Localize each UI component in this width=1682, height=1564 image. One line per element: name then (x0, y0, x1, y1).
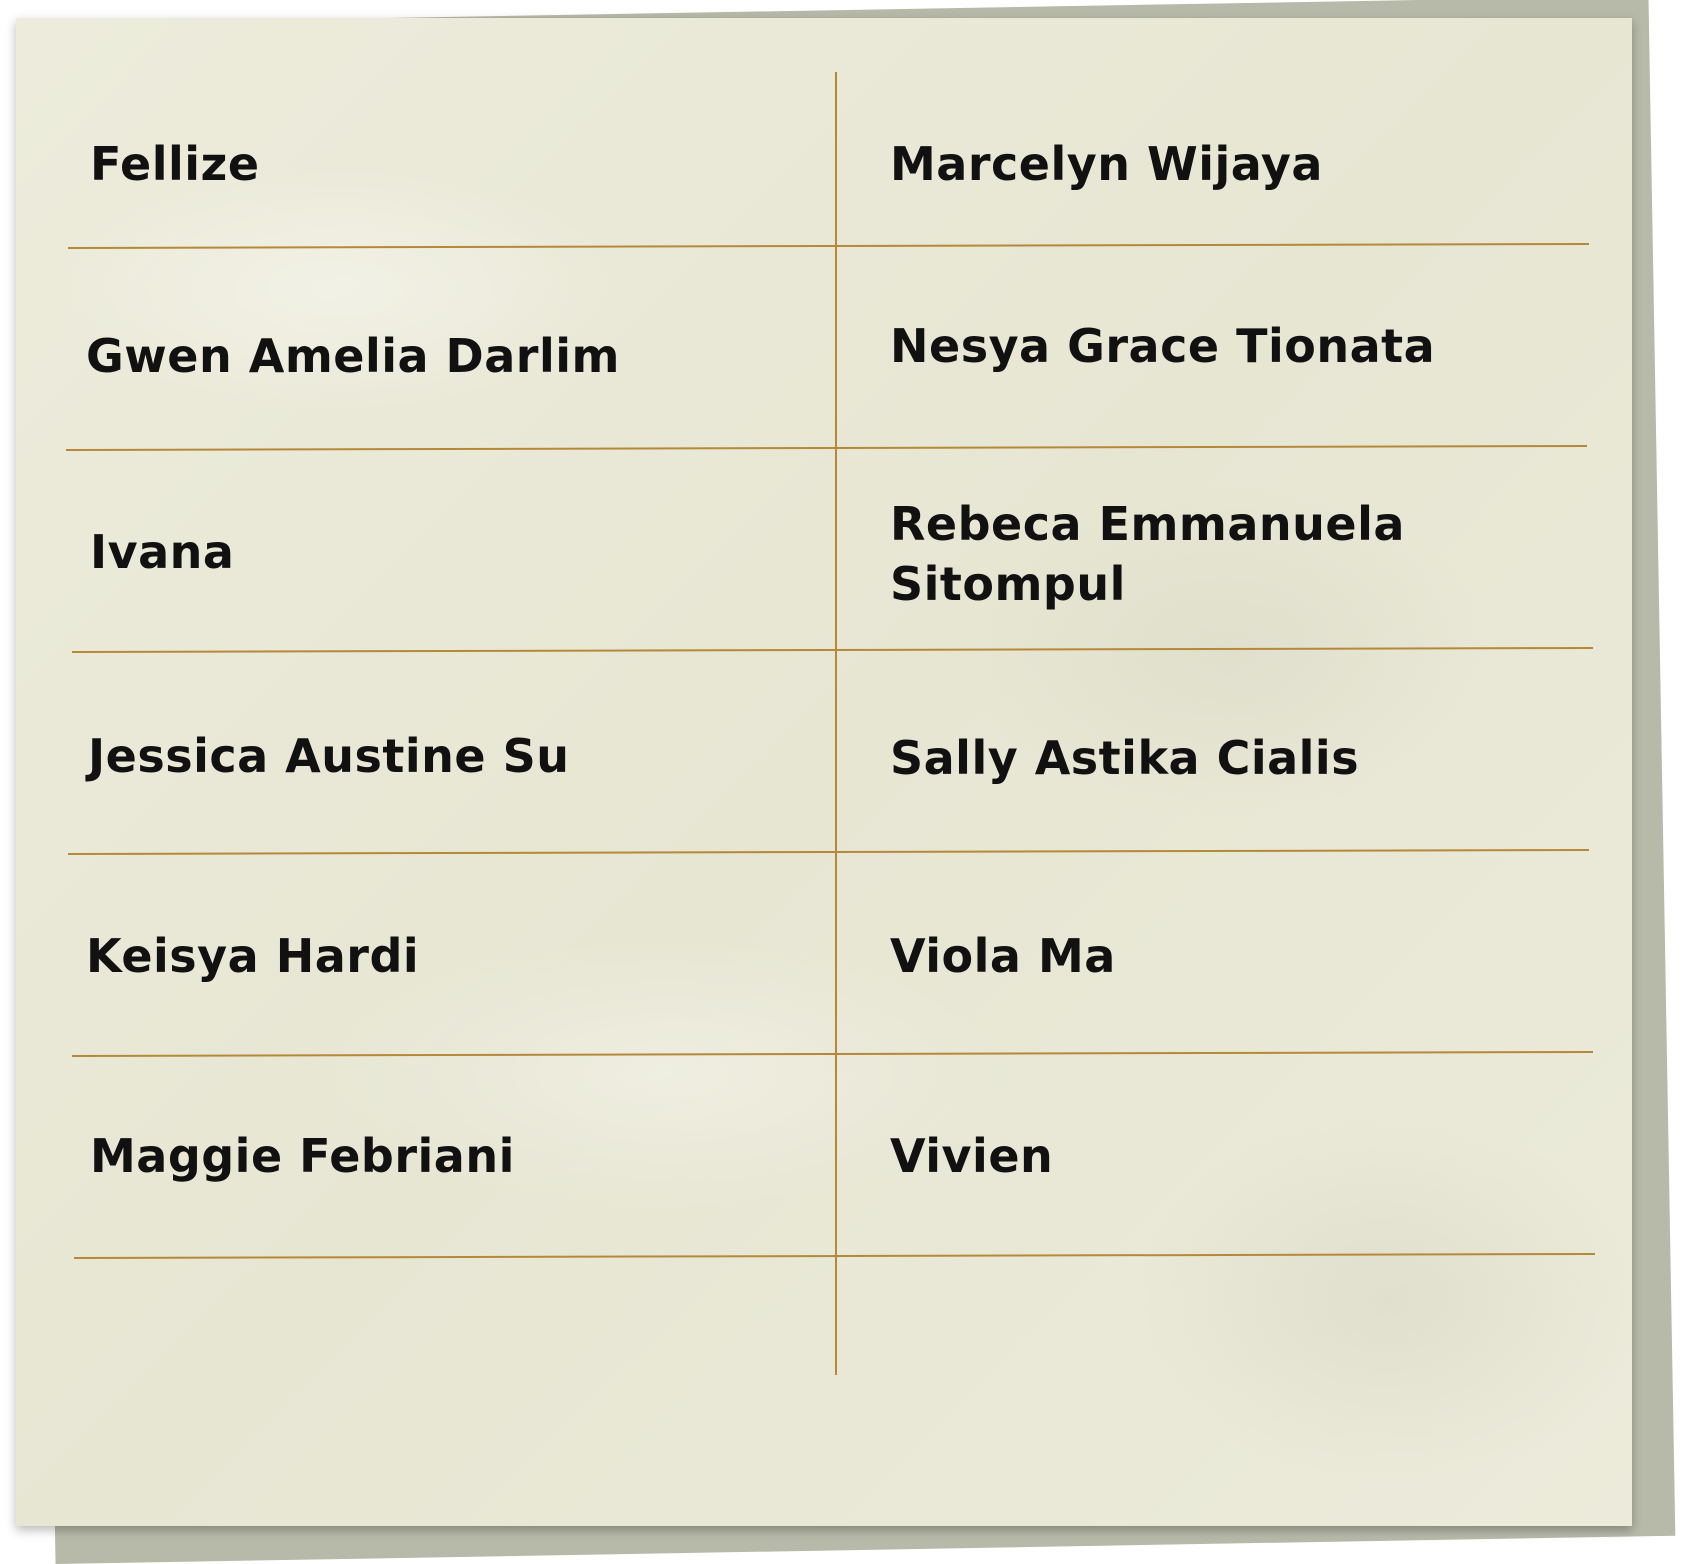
row-divider (65, 445, 1588, 451)
table-cell-right: Viola Ma (890, 929, 1116, 983)
table-cell-right: Vivien (890, 1129, 1054, 1183)
table-cell-left: Maggie Febriani (90, 1129, 515, 1183)
table-cell-left: Fellize (90, 137, 260, 191)
row-divider (67, 849, 1590, 855)
row-divider (73, 1253, 1596, 1259)
table-cell-left: Gwen Amelia Darlim (86, 329, 620, 383)
table-cell-left: Keisya Hardi (86, 929, 420, 983)
row-divider (71, 1051, 1594, 1057)
row-divider (71, 647, 1594, 653)
table-cell-left: Jessica Austine Su (88, 729, 570, 783)
row-divider (67, 243, 1590, 249)
table-cell-right: Sally Astika Cialis (890, 731, 1360, 785)
table-cell-right: Nesya Grace Tionata (890, 319, 1436, 373)
table-cell-left: Ivana (90, 525, 235, 579)
table-cell-right: Rebeca Emmanuela Sitompul (890, 497, 1405, 611)
table-cell-right: Marcelyn Wijaya (890, 137, 1323, 191)
